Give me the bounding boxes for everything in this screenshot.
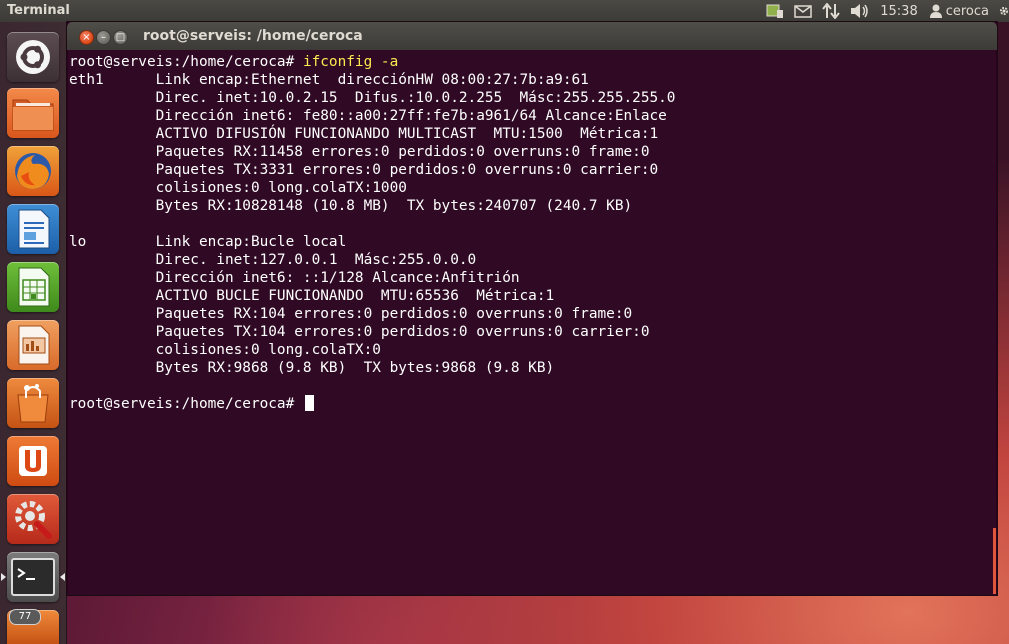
launcher-item-system-settings[interactable]	[7, 494, 59, 544]
launcher-item-software-center[interactable]	[7, 378, 59, 428]
launcher-item-ubuntu-one[interactable]	[7, 436, 59, 486]
launcher-item-calc[interactable]	[7, 262, 59, 312]
launcher-item-impress[interactable]	[7, 320, 59, 370]
mail-icon[interactable]	[794, 0, 812, 22]
ubuntu-logo-icon	[16, 40, 50, 74]
folder-icon	[12, 99, 54, 131]
terminal-window[interactable]: × – □ root@serveis: /home/ceroca root@se…	[67, 22, 997, 595]
transfer-arrows-icon[interactable]	[822, 0, 841, 22]
minimize-icon: –	[101, 32, 106, 43]
launcher-item-home-folder[interactable]	[7, 88, 59, 138]
settings-wrench-icon	[15, 501, 52, 539]
top-panel: Terminal 15:38 ceroca	[0, 0, 1009, 22]
terminal-icon	[11, 558, 55, 596]
command-output: eth1 Link encap:Ethernet direcciónHW 08:…	[69, 72, 676, 376]
ubuntu-one-icon	[19, 446, 47, 476]
user-name: ceroca	[945, 3, 989, 19]
impress-icon	[18, 325, 50, 365]
launcher-item-terminal[interactable]	[7, 552, 59, 602]
user-menu[interactable]: ceroca	[929, 0, 989, 22]
active-app-title: Terminal	[7, 3, 70, 18]
updates-count-badge: 77	[9, 609, 41, 625]
launcher-item-writer[interactable]	[7, 204, 59, 254]
indicator-area: 15:38 ceroca	[766, 0, 1009, 22]
final-prompt: root@serveis:/home/ceroca#	[69, 396, 303, 412]
shopping-bag-icon	[17, 384, 49, 423]
terminal-content[interactable]: root@serveis:/home/ceroca# ifconfig -a e…	[68, 50, 996, 595]
maximize-icon: □	[115, 32, 126, 43]
launcher: 77	[0, 22, 67, 644]
running-indicator	[1, 573, 6, 581]
prompt: root@serveis:/home/ceroca#	[69, 54, 303, 70]
launcher-item-dash[interactable]	[7, 32, 59, 82]
calc-icon	[18, 267, 50, 307]
command: ifconfig -a	[302, 54, 399, 70]
minimize-button[interactable]: –	[96, 30, 111, 45]
terminal-text: root@serveis:/home/ceroca# ifconfig -a e…	[68, 50, 996, 413]
network-manager-icon[interactable]	[766, 0, 784, 22]
maximize-button[interactable]: □	[113, 30, 128, 45]
gear-icon[interactable]	[999, 0, 1009, 22]
focused-indicator	[60, 573, 65, 581]
launcher-item-firefox[interactable]	[7, 146, 59, 196]
clock[interactable]: 15:38	[880, 0, 917, 22]
close-button[interactable]: ×	[79, 30, 94, 45]
window-titlebar[interactable]: × – □ root@serveis: /home/ceroca	[67, 22, 997, 50]
text-cursor	[304, 395, 314, 411]
close-icon: ×	[82, 32, 91, 43]
volume-icon[interactable]	[850, 0, 870, 22]
resize-handle[interactable]	[993, 528, 996, 594]
writer-icon	[18, 209, 50, 249]
user-icon	[929, 4, 942, 18]
firefox-icon	[15, 153, 51, 189]
window-title: root@serveis: /home/ceroca	[143, 28, 363, 44]
